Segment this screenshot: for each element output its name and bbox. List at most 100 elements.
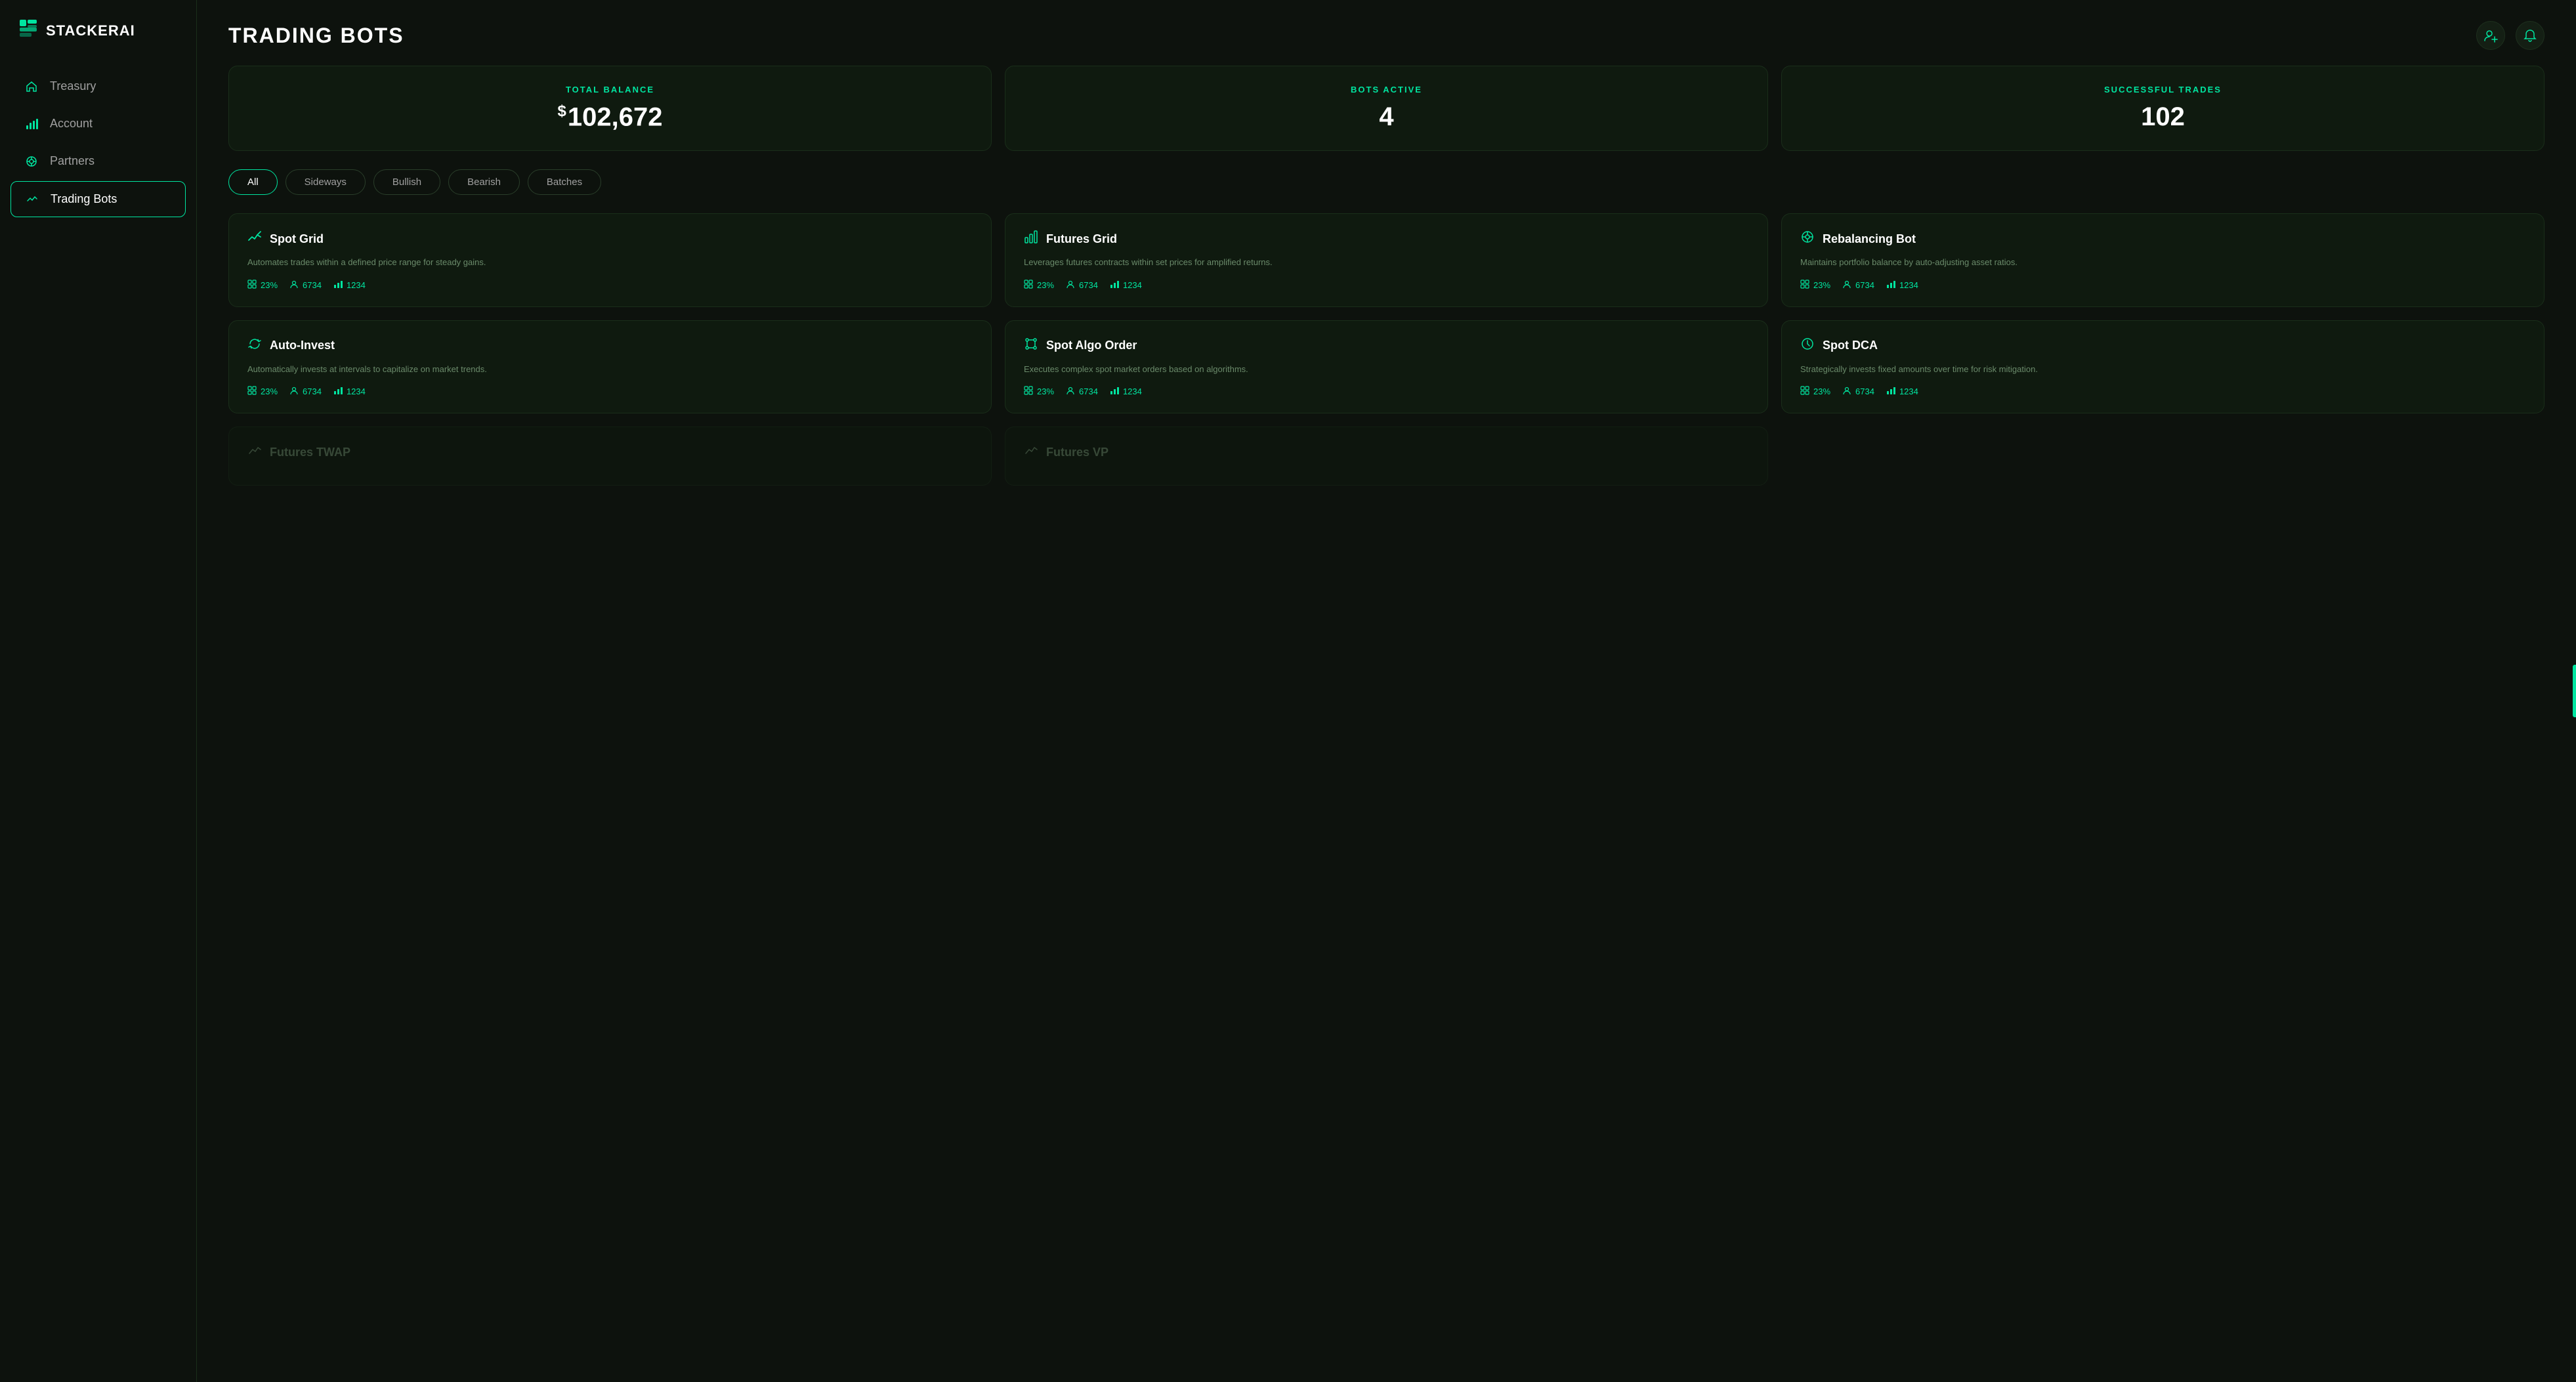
bot-card-rebalancing-bot[interactable]: Rebalancing Bot Maintains portfolio bala… xyxy=(1781,213,2544,307)
page-header: TRADING BOTS xyxy=(197,0,2576,66)
bot-stat3-spot-algo-order: 1234 xyxy=(1110,386,1142,397)
add-user-button[interactable] xyxy=(2476,21,2505,50)
sidebar-item-account-label: Account xyxy=(50,117,93,131)
sidebar-item-trading-bots[interactable]: Trading Bots xyxy=(11,181,186,217)
stat-card-bots-active: BOTS ACTIVE 4 xyxy=(1005,66,1768,151)
spot-dca-icon xyxy=(1800,337,1815,355)
bots-grid: Spot Grid Automates trades within a defi… xyxy=(197,213,2576,504)
filter-bearish[interactable]: Bearish xyxy=(448,169,520,195)
bot-stat1-spot-dca: 23% xyxy=(1800,386,1830,397)
sidebar-item-partners-label: Partners xyxy=(50,154,95,168)
bot-desc-auto-invest: Automatically invests at intervals to ca… xyxy=(247,363,973,376)
rebalancing-bot-icon xyxy=(1800,230,1815,248)
dollar-sign: $ xyxy=(558,102,566,120)
bot-desc-futures-grid: Leverages futures contracts within set p… xyxy=(1024,256,1749,269)
bot-stats-spot-grid: 23% 6734 xyxy=(247,280,973,291)
bot-stats-spot-dca: 23% 6734 xyxy=(1800,386,2525,397)
grid-stat-icon xyxy=(247,280,257,291)
logo-icon xyxy=(18,18,38,43)
bot-desc-spot-algo-order: Executes complex spot market orders base… xyxy=(1024,363,1749,376)
main-content: TRADING BOTS TOTAL BALANCE xyxy=(197,0,2576,1382)
stat-label-bots-active: BOTS ACTIVE xyxy=(1026,85,1746,94)
page-title: TRADING BOTS xyxy=(228,24,404,48)
filter-bullish[interactable]: Bullish xyxy=(373,169,440,195)
trading-bots-icon xyxy=(24,193,40,206)
bot-card-header-auto-invest: Auto-Invest xyxy=(247,337,973,355)
bot-stat3-spot-dca: 1234 xyxy=(1886,386,1918,397)
bot-card-spot-algo-order[interactable]: Spot Algo Order Executes complex spot ma… xyxy=(1005,320,1768,414)
sidebar-item-treasury[interactable]: Treasury xyxy=(11,69,186,104)
bot-stat3-spot-grid: 1234 xyxy=(333,280,366,291)
partners-icon xyxy=(24,155,39,168)
bot-stat3-futures-grid: 1234 xyxy=(1110,280,1142,291)
bot-name-spot-dca: Spot DCA xyxy=(1823,339,1878,352)
bot-name-futures-vp: Futures VP xyxy=(1046,446,1109,459)
stats-section: TOTAL BALANCE $102,672 BOTS ACTIVE 4 SUC… xyxy=(197,66,2576,169)
sidebar-item-trading-bots-label: Trading Bots xyxy=(51,192,117,206)
bot-stats-auto-invest: 23% 6734 xyxy=(247,386,973,397)
auto-invest-icon xyxy=(247,337,262,355)
bot-stat2-spot-algo-order: 6734 xyxy=(1066,386,1098,397)
bot-stats-futures-grid: 23% 6734 xyxy=(1024,280,1749,291)
bot-name-spot-grid: Spot Grid xyxy=(270,232,324,246)
bot-desc-spot-grid: Automates trades within a defined price … xyxy=(247,256,973,269)
bot-name-futures-twap: Futures TWAP xyxy=(270,446,350,459)
bot-card-header-spot-dca: Spot DCA xyxy=(1800,337,2525,355)
bot-stat1-auto-invest: 23% xyxy=(247,386,278,397)
logo-text: STACKERAI xyxy=(46,22,135,39)
bot-name-futures-grid: Futures Grid xyxy=(1046,232,1117,246)
sidebar-item-treasury-label: Treasury xyxy=(50,79,96,93)
bot-name-auto-invest: Auto-Invest xyxy=(270,339,335,352)
stat-card-successful-trades: SUCCESSFUL TRADES 102 xyxy=(1781,66,2544,151)
bot-card-header-spot-algo-order: Spot Algo Order xyxy=(1024,337,1749,355)
bot-stat2-auto-invest: 6734 xyxy=(289,386,322,397)
chart-icon xyxy=(24,117,39,131)
sidebar-item-partners[interactable]: Partners xyxy=(11,144,186,178)
spot-algo-order-icon xyxy=(1024,337,1038,355)
bot-stat3-rebalancing-bot: 1234 xyxy=(1886,280,1918,291)
home-icon xyxy=(24,80,39,93)
spot-grid-icon xyxy=(247,230,262,248)
bot-card-spot-grid[interactable]: Spot Grid Automates trades within a defi… xyxy=(228,213,992,307)
futures-vp-icon xyxy=(1024,443,1038,461)
right-accent-bar xyxy=(2573,665,2576,717)
bot-stats-rebalancing-bot: 23% 6734 xyxy=(1800,280,2525,291)
bot-stat2-rebalancing-bot: 6734 xyxy=(1842,280,1874,291)
bot-card-header-futures-twap: Futures TWAP xyxy=(247,443,973,461)
bot-stat1-spot-grid: 23% xyxy=(247,280,278,291)
stat-label-total-balance: TOTAL BALANCE xyxy=(250,85,970,94)
bot-card-header-futures-vp: Futures VP xyxy=(1024,443,1749,461)
bot-card-spot-dca[interactable]: Spot DCA Strategically invests fixed amo… xyxy=(1781,320,2544,414)
futures-grid-icon xyxy=(1024,230,1038,248)
sidebar-item-account[interactable]: Account xyxy=(11,106,186,141)
logo-area: STACKERAI xyxy=(0,18,196,69)
bot-stat3-auto-invest: 1234 xyxy=(333,386,366,397)
bot-desc-spot-dca: Strategically invests fixed amounts over… xyxy=(1800,363,2525,376)
nav-list: Treasury Account xyxy=(0,69,196,217)
stat-value-total-balance: $102,672 xyxy=(250,102,970,132)
notifications-button[interactable] xyxy=(2516,21,2544,50)
bot-desc-rebalancing-bot: Maintains portfolio balance by auto-adju… xyxy=(1800,256,2525,269)
filter-row: All Sideways Bullish Bearish Batches xyxy=(197,169,2576,213)
bot-stat2-spot-dca: 6734 xyxy=(1842,386,1874,397)
bot-stats-spot-algo-order: 23% 6734 xyxy=(1024,386,1749,397)
bot-card-auto-invest[interactable]: Auto-Invest Automatically invests at int… xyxy=(228,320,992,414)
bot-stat1-futures-grid: 23% xyxy=(1024,280,1054,291)
bot-card-futures-vp[interactable]: Futures VP xyxy=(1005,427,1768,486)
bot-card-futures-twap[interactable]: Futures TWAP xyxy=(228,427,992,486)
stat-value-successful-trades: 102 xyxy=(1803,102,2523,132)
bot-card-futures-grid[interactable]: Futures Grid Leverages futures contracts… xyxy=(1005,213,1768,307)
bot-stat2-spot-grid: 6734 xyxy=(289,280,322,291)
bar-stat-icon xyxy=(333,280,343,291)
stat-value-bots-active: 4 xyxy=(1026,102,1746,132)
filter-sideways[interactable]: Sideways xyxy=(285,169,366,195)
sidebar: STACKERAI Treasury Account xyxy=(0,0,197,1382)
user-stat-icon xyxy=(289,280,299,291)
stat-label-successful-trades: SUCCESSFUL TRADES xyxy=(1803,85,2523,94)
filter-all[interactable]: All xyxy=(228,169,278,195)
filter-batches[interactable]: Batches xyxy=(528,169,601,195)
bot-card-header-futures-grid: Futures Grid xyxy=(1024,230,1749,248)
bot-stat1-rebalancing-bot: 23% xyxy=(1800,280,1830,291)
bot-name-spot-algo-order: Spot Algo Order xyxy=(1046,339,1137,352)
stat-card-total-balance: TOTAL BALANCE $102,672 xyxy=(228,66,992,151)
